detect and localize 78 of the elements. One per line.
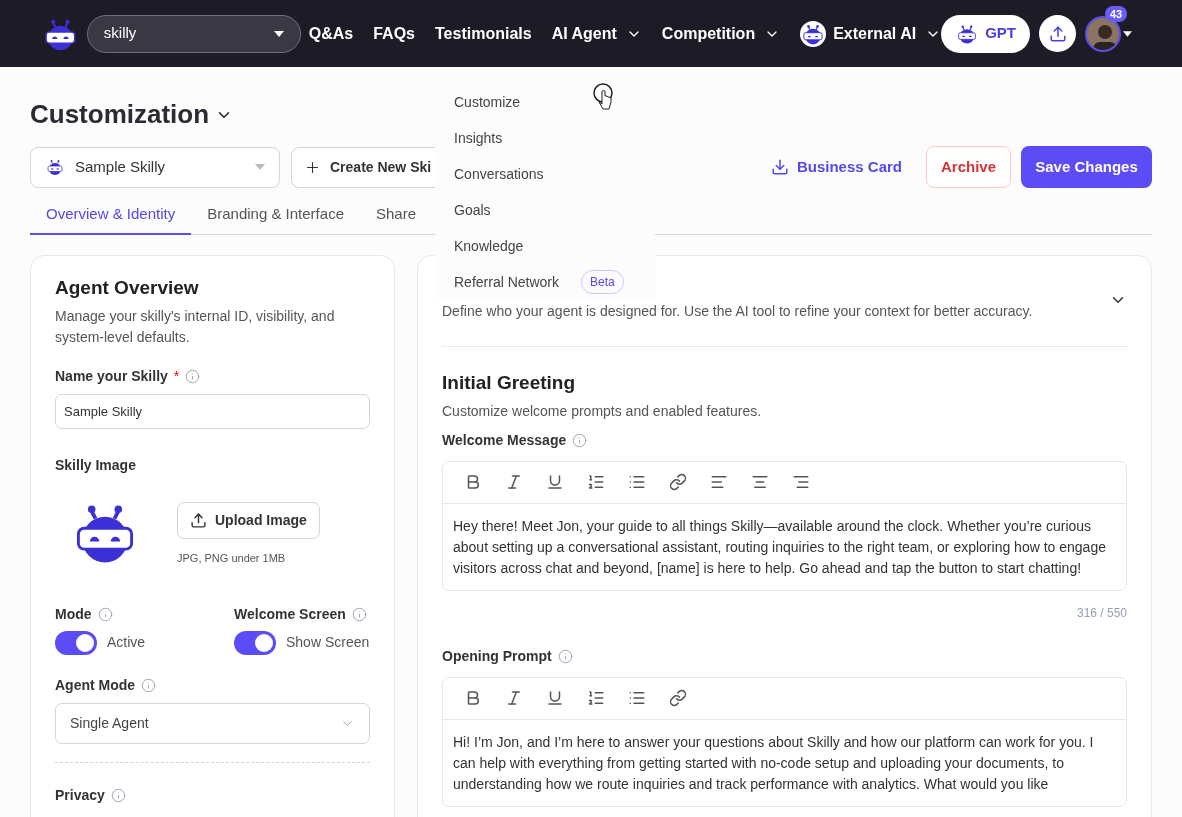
menu-item[interactable]: Goals — [435, 192, 655, 228]
switch-state-text: Show Screen — [286, 633, 370, 652]
field-label: Welcome Message — [442, 430, 567, 450]
tab[interactable]: Branding & Interface — [191, 195, 360, 235]
nav-link[interactable]: Testimonials — [435, 21, 532, 46]
caret-icon — [255, 164, 265, 170]
required-mark: * — [173, 366, 180, 386]
toggle-switch[interactable] — [55, 630, 97, 655]
link-icon[interactable] — [669, 473, 687, 491]
bullet-list-icon[interactable] — [628, 473, 646, 491]
field-label: Skilly Image — [55, 455, 137, 475]
caret-icon — [273, 30, 284, 37]
nav-link[interactable]: Q&As — [308, 21, 354, 46]
menu-item[interactable]: Customize — [435, 84, 655, 120]
download-icon — [770, 158, 789, 176]
editor-text: Hi! I’m Jon, and I’m here to answer your questions about Skilly and how our platform can work for you. I can help with everything from getting started with no-code setup and uploading your documents, to understanding how we route inquiries and track performance with analytics. What would you like — [452, 732, 1095, 794]
nav-link[interactable]: AI Agent — [551, 21, 642, 46]
section-title: Agent Overview — [55, 276, 200, 300]
archive-button[interactable]: Archive — [926, 146, 1011, 188]
tab[interactable]: Overview & Identity — [30, 195, 192, 235]
info-icon — [110, 787, 126, 803]
robot-icon — [800, 20, 827, 47]
upload-button[interactable] — [1039, 15, 1076, 52]
character-counter: 316 / 550 — [1075, 604, 1127, 622]
align-left-icon[interactable] — [710, 473, 728, 491]
menu-item[interactable]: Knowledge — [435, 228, 655, 264]
caret-icon — [1123, 30, 1132, 37]
upload-hint: JPG, PNG under 1MB — [177, 550, 287, 566]
field-label: Privacy — [55, 785, 105, 805]
search-select[interactable]: skilly — [86, 14, 301, 53]
underline-icon[interactable] — [546, 689, 564, 707]
upload-image-button[interactable]: Upload Image — [177, 501, 320, 539]
tab[interactable]: Share — [360, 195, 432, 235]
rich-text-editor[interactable] — [442, 460, 1127, 591]
agent-mode-select[interactable]: Single Agent — [55, 702, 370, 744]
upload-icon — [190, 511, 207, 529]
info-icon — [185, 368, 201, 384]
business-card-link[interactable]: Business Card — [770, 155, 902, 179]
info-icon — [572, 432, 588, 448]
ordered-list-icon[interactable] — [587, 689, 605, 707]
section-description: Customize welcome prompts and enabled features. — [442, 401, 763, 421]
underline-icon[interactable] — [546, 473, 564, 491]
info-icon — [141, 677, 157, 693]
editor-text: Hey there! Meet Jon, your guide to all things Skilly—available around the clock. Whether you’re curious about setting up a conversational assistant, routing inquiries to the right team, or exploring how to engage visitors across chat and beyond, [name] is here to help. Go ahead and tap the button to start chatting! — [452, 516, 1107, 578]
section-title: Initial Greeting — [442, 371, 577, 395]
info-icon — [97, 606, 113, 622]
nav-link[interactable]: FAQs — [373, 21, 415, 46]
field-label: Mode — [55, 604, 92, 624]
align-center-icon[interactable] — [751, 473, 769, 491]
italic-icon[interactable] — [505, 473, 523, 491]
gpt-button[interactable]: GPT — [941, 14, 1030, 53]
notification-badge: 43 — [1105, 5, 1128, 22]
field-label: Welcome Screen — [234, 604, 346, 624]
section-description: Manage your skilly's internal ID, visibility, and system-level defaults. — [55, 306, 336, 347]
align-right-icon[interactable] — [792, 473, 810, 491]
rich-text-editor[interactable] — [442, 676, 1127, 807]
nav-link[interactable]: External AI — [800, 20, 942, 47]
info-icon — [351, 606, 367, 622]
field-label: Opening Prompt — [442, 646, 552, 666]
field-label: Name your Skilly — [55, 366, 168, 386]
ordered-list-icon[interactable] — [587, 473, 605, 491]
upload-icon — [1048, 24, 1067, 43]
context-description: Define who your agent is designed for. Use the AI tool to refine your context for better accuracy. — [442, 302, 1033, 321]
field-label: Agent Mode — [55, 675, 136, 695]
name-input[interactable]: Sample Skilly — [55, 393, 370, 429]
info-icon — [557, 648, 573, 664]
link-icon[interactable] — [669, 689, 687, 707]
italic-icon[interactable] — [505, 689, 523, 707]
menu-item[interactable]: Referral Network Beta — [435, 264, 655, 300]
toggle-switch[interactable] — [234, 630, 276, 655]
save-button[interactable]: Save Changes — [1021, 146, 1152, 188]
bullet-list-icon[interactable] — [628, 689, 646, 707]
skilly-select[interactable]: Sample Skilly — [30, 146, 280, 188]
robot-icon — [45, 157, 65, 177]
pointer-cursor-icon — [593, 83, 615, 113]
page-title: Customization — [30, 98, 210, 131]
switch-state-text: Active — [107, 633, 146, 652]
nav-link[interactable]: Competition — [661, 21, 781, 46]
